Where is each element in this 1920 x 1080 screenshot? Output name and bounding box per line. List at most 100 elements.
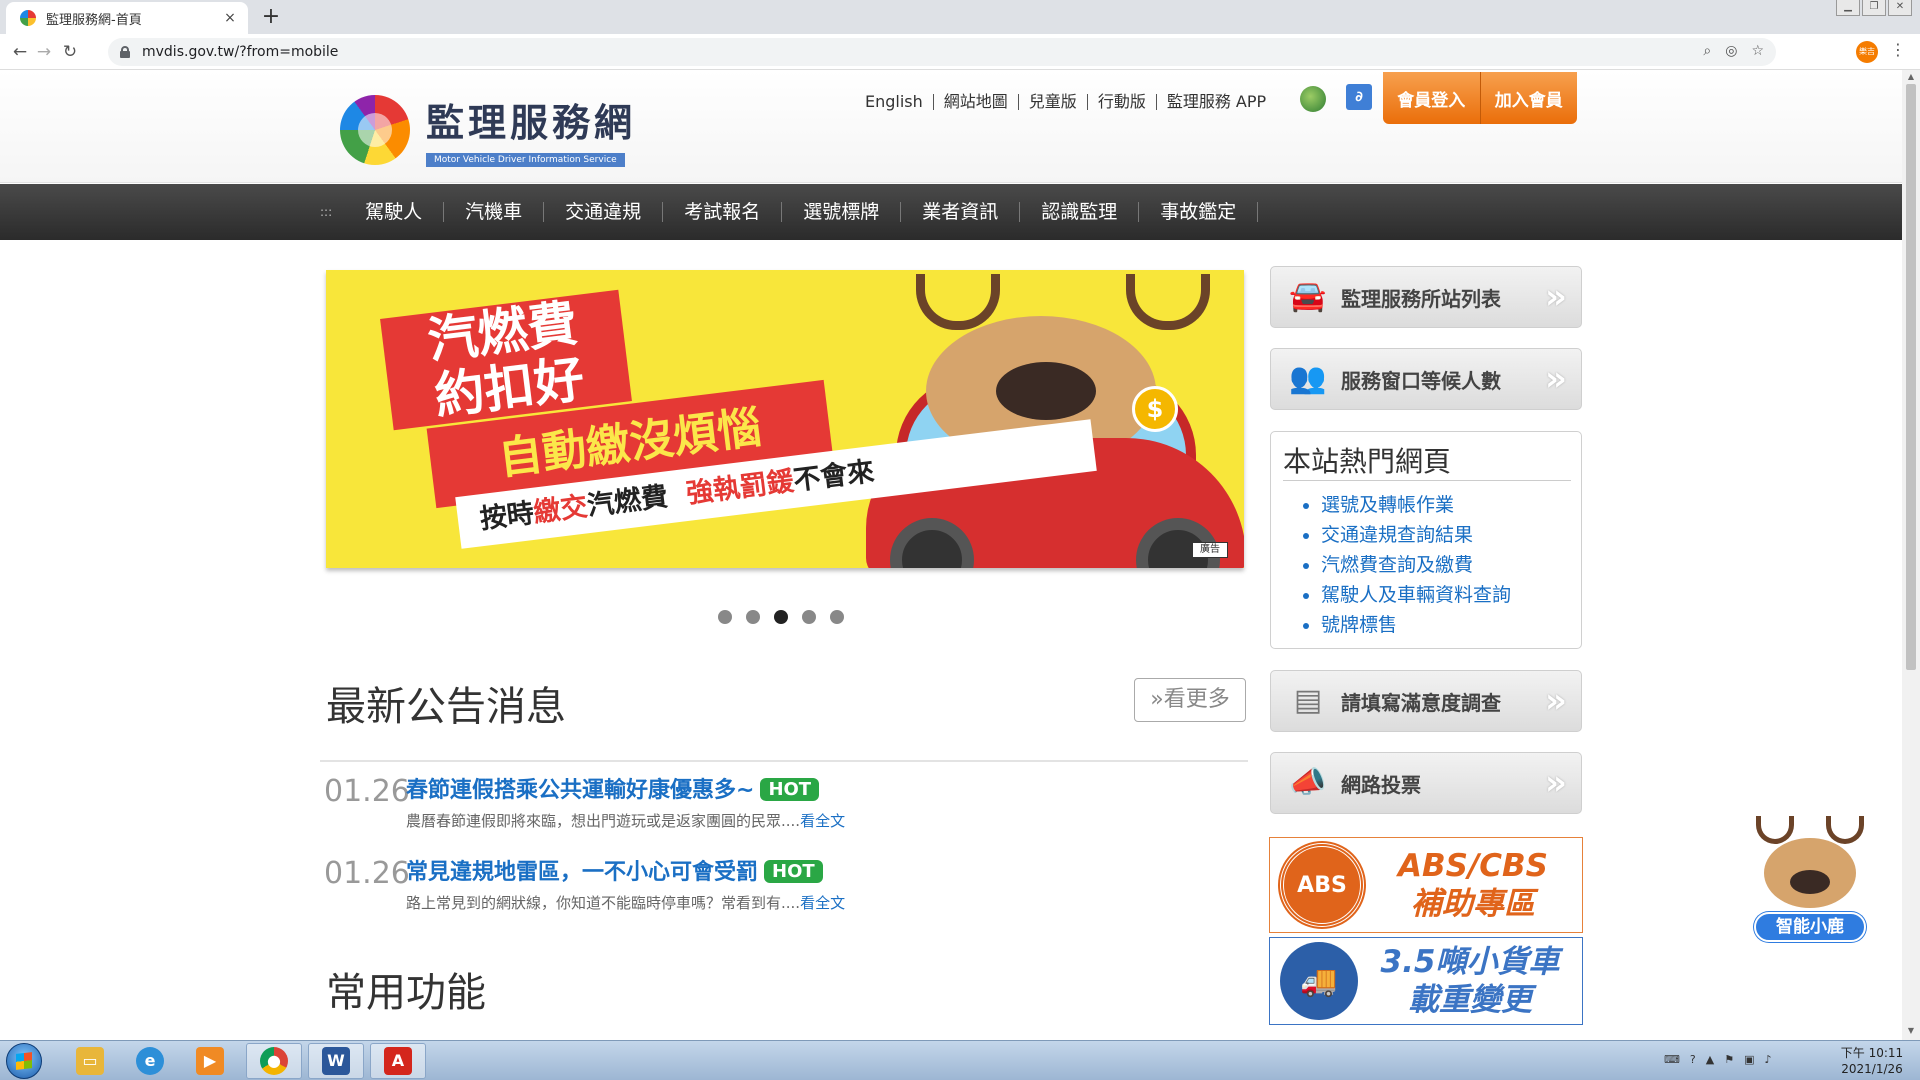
address-bar[interactable]: mvdis.gov.tw/?from=mobile ⌕ ◎ ☆ — [108, 38, 1776, 66]
restore-button[interactable]: ❐ — [1862, 0, 1886, 16]
news-headline-link[interactable]: 春節連假搭乘公共運輸好康優惠多~ HOT — [406, 772, 820, 804]
back-arrow-icon[interactable]: ← — [8, 40, 32, 64]
carousel-dot[interactable] — [746, 610, 760, 624]
read-more-link[interactable]: 看全文 — [800, 812, 845, 830]
flag-icon[interactable]: ⚑ — [1724, 1053, 1734, 1066]
news-more-button[interactable]: »看更多 — [1134, 678, 1246, 722]
minimize-button[interactable]: ▁ — [1836, 0, 1860, 16]
survey-button[interactable]: ▤ 請填寫滿意度調查 » — [1270, 670, 1582, 732]
browser-toolbar: ← → ↻ mvdis.gov.tw/?from=mobile ⌕ ◎ ☆ 樂吉… — [0, 34, 1920, 70]
browser-menu-icon[interactable]: ⋮ — [1890, 40, 1906, 59]
abs-subsidy-banner[interactable]: ABS ABS/CBS 補助專區 — [1269, 837, 1583, 933]
hot-link[interactable]: 選號及轉帳作業 — [1321, 490, 1511, 520]
truck-load-banner[interactable]: 🚚 3.5噸小貨車 載重變更 — [1269, 937, 1583, 1025]
news-headline-link[interactable]: 常見違規地雷區，一不小心可會受罰 HOT — [406, 854, 823, 886]
hot-link[interactable]: 交通違規查詢結果 — [1321, 520, 1511, 550]
volume-icon[interactable]: ♪ — [1764, 1053, 1771, 1066]
logo-mark-icon — [340, 94, 410, 165]
scroll-thumb[interactable] — [1906, 84, 1916, 670]
read-more-link[interactable]: 看全文 — [800, 894, 845, 912]
keyboard-icon[interactable]: ⌨ — [1664, 1053, 1680, 1066]
site-favicon-icon — [20, 10, 36, 26]
double-chevron-icon: » — [1545, 681, 1567, 721]
nav-item-vehicle[interactable]: 汽機車 — [444, 202, 545, 222]
nav-item-driver[interactable]: 駕駛人 — [344, 202, 445, 222]
link-sitemap[interactable]: 網站地圖 — [934, 94, 1019, 110]
hot-link[interactable]: 駕駛人及車輛資料查詢 — [1321, 580, 1511, 610]
page-viewport: 監理服務網 Motor Vehicle Driver Information S… — [0, 70, 1902, 1040]
site-header: 監理服務網 Motor Vehicle Driver Information S… — [0, 70, 1902, 183]
scroll-up-icon[interactable]: ▲ — [1906, 72, 1916, 81]
close-window-button[interactable]: ✕ — [1888, 0, 1912, 16]
site-logo[interactable]: 監理服務網 Motor Vehicle Driver Information S… — [340, 92, 636, 167]
reload-icon[interactable]: ↻ — [58, 40, 82, 64]
scroll-down-icon[interactable]: ▼ — [1906, 1026, 1916, 1035]
news-date: 01.26 — [324, 774, 410, 809]
top-links: English 網站地圖 兒童版 行動版 監理服務 APP — [855, 94, 1276, 110]
tracking-blocked-icon[interactable]: ◎ — [1725, 43, 1737, 59]
help-icon[interactable]: ? — [1690, 1053, 1696, 1066]
tab-title: 監理服務網-首頁 — [46, 12, 142, 28]
taskbar-word[interactable]: W — [308, 1043, 364, 1079]
nav-item-plate[interactable]: 選號標牌 — [782, 202, 902, 222]
hot-link[interactable]: 號牌標售 — [1321, 610, 1511, 640]
link-app[interactable]: 監理服務 APP — [1157, 94, 1276, 110]
nav-item-business[interactable]: 業者資訊 — [901, 202, 1021, 222]
carousel-dot[interactable] — [718, 610, 732, 624]
taskbar-media-player[interactable]: ▶ — [182, 1043, 238, 1079]
accessibility-icon[interactable]: ∂ — [1346, 84, 1372, 110]
chatbot-deer[interactable]: 智能小鹿 — [1746, 812, 1874, 942]
omnibox-actions: ⌕ ◎ ☆ — [1703, 43, 1764, 59]
taskbar-ie[interactable]: e — [122, 1043, 178, 1079]
link-english[interactable]: English — [855, 94, 934, 110]
logo-subtitle: Motor Vehicle Driver Information Service — [426, 153, 625, 167]
earth-icon[interactable] — [1300, 86, 1326, 112]
hot-badge: HOT — [760, 778, 820, 801]
member-box: 會員登入 加入會員 — [1383, 72, 1577, 124]
nav-item-exam[interactable]: 考試報名 — [663, 202, 783, 222]
member-login-button[interactable]: 會員登入 — [1383, 86, 1480, 111]
zoom-icon[interactable]: ⌕ — [1703, 43, 1711, 59]
carousel-dot-active[interactable] — [774, 610, 788, 624]
hot-pages-list: 選號及轉帳作業 交通違規查詢結果 汽燃費查詢及繳費 駕駛人及車輛資料查詢 號牌標… — [1321, 490, 1511, 640]
forward-arrow-icon[interactable]: → — [32, 40, 56, 64]
office-list-button[interactable]: 🚘 監理服務所站列表 » — [1270, 266, 1582, 328]
windows-logo-icon — [16, 1052, 32, 1070]
common-functions-title: 常用功能 — [326, 970, 486, 1016]
browser-tab[interactable]: 監理服務網-首頁 × — [6, 2, 248, 34]
chatbot-label[interactable]: 智能小鹿 — [1754, 912, 1866, 942]
news-section-title: 最新公告消息 — [326, 684, 566, 730]
taskbar-clock[interactable]: 下午 10:11 2021/1/26 — [1832, 1045, 1912, 1077]
tray-expand-icon[interactable]: ▲ — [1706, 1053, 1714, 1066]
nav-item-about[interactable]: 認識監理 — [1020, 202, 1140, 222]
pdf-icon: A — [384, 1047, 412, 1075]
carousel-dot[interactable] — [802, 610, 816, 624]
nav-item-violation[interactable]: 交通違規 — [544, 202, 664, 222]
page-scrollbar[interactable]: ▲ ▼ — [1902, 70, 1920, 1040]
lock-icon[interactable] — [120, 46, 130, 58]
hot-link[interactable]: 汽燃費查詢及繳費 — [1321, 550, 1511, 580]
taskbar-explorer[interactable]: ▭ — [62, 1043, 118, 1079]
carousel-dot[interactable] — [830, 610, 844, 624]
close-tab-icon[interactable]: × — [222, 10, 238, 26]
nav-item-accident[interactable]: 事故鑑定 — [1139, 202, 1259, 222]
new-tab-button[interactable]: + — [256, 2, 286, 32]
news-summary: 農曆春節連假即將來臨，想出門遊玩或是返家團圓的民眾....看全文 — [406, 812, 846, 830]
link-mobile[interactable]: 行動版 — [1088, 94, 1157, 110]
bookmark-star-icon[interactable]: ☆ — [1751, 43, 1764, 59]
media-player-icon: ▶ — [196, 1047, 224, 1075]
hero-banner[interactable]: $ 汽燃費 約扣好 自動繳沒煩惱 按時繳交汽燃費 強執罰鍰不會來 廣告 — [326, 270, 1244, 568]
link-kids[interactable]: 兒童版 — [1019, 94, 1088, 110]
taskbar-chrome[interactable]: ● — [246, 1043, 302, 1079]
member-join-button[interactable]: 加入會員 — [1481, 86, 1578, 111]
network-icon[interactable]: ▣ — [1744, 1053, 1754, 1066]
logo-title: 監理服務網 — [426, 100, 637, 145]
hot-pages-panel: 本站熱門網頁 選號及轉帳作業 交通違規查詢結果 汽燃費查詢及繳費 駕駛人及車輛資… — [1270, 431, 1582, 649]
online-vote-button[interactable]: 📣 網路投票 » — [1270, 752, 1582, 814]
start-button[interactable] — [6, 1043, 42, 1079]
double-chevron-icon: » — [1545, 359, 1567, 399]
profile-avatar[interactable]: 樂吉 — [1856, 41, 1878, 63]
url-text[interactable]: mvdis.gov.tw/?from=mobile — [142, 44, 338, 60]
queue-count-button[interactable]: 👥 服務窗口等候人數 » — [1270, 348, 1582, 410]
taskbar-acrobat[interactable]: A — [370, 1043, 426, 1079]
